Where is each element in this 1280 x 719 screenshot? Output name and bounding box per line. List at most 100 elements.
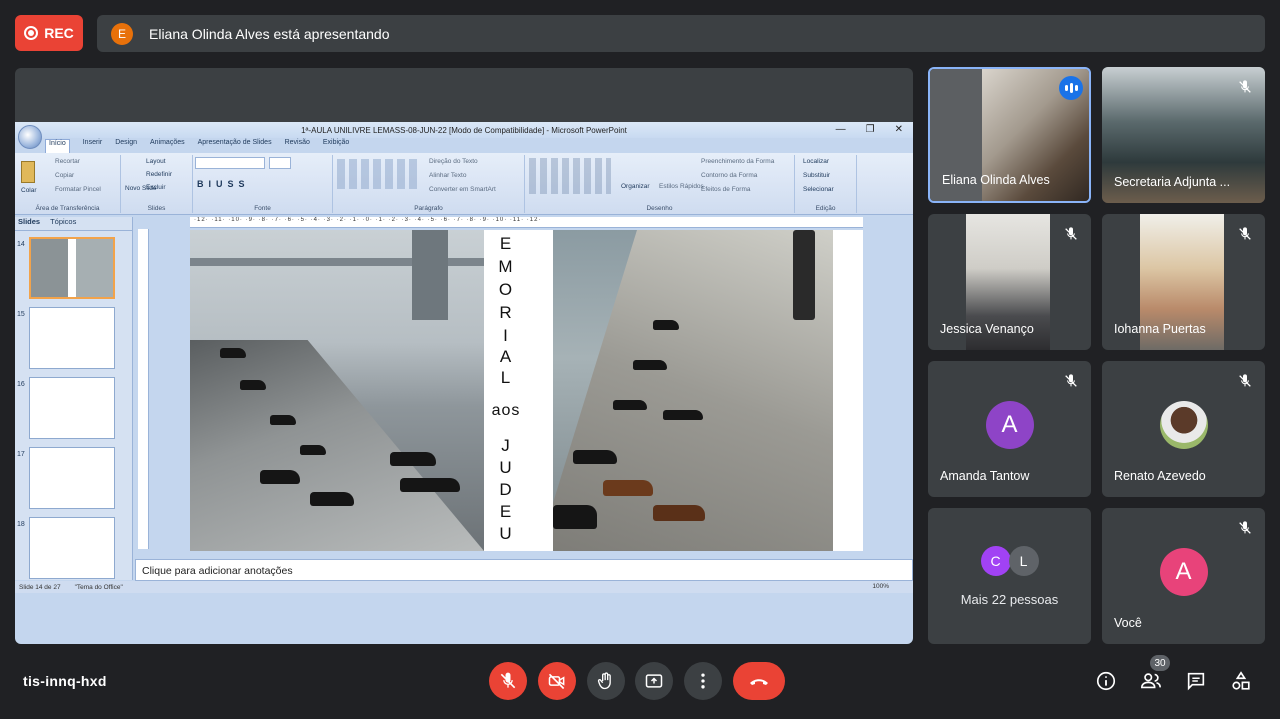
shoe-shape xyxy=(400,478,460,492)
powerpoint-window: 1ª-AULA UNILIVRE LEMASS-08-JUN-22 [Modo … xyxy=(15,122,913,644)
participant-tile-eliana[interactable]: Eliana Olinda Alves xyxy=(928,67,1091,203)
participant-count-badge: 30 xyxy=(1150,655,1170,671)
participant-name: Jessica Venanço xyxy=(940,322,1034,336)
replace-button: Substituir xyxy=(803,172,831,179)
presentation-stage: 1ª-AULA UNILIVRE LEMASS-08-JUN-22 [Modo … xyxy=(15,68,913,644)
ppt-window-controls: — ❐ ✕ xyxy=(836,124,903,135)
slide-letter: E xyxy=(499,234,513,253)
camera-toggle-button[interactable] xyxy=(538,662,576,700)
shoe-shape xyxy=(653,505,705,521)
copy-button: Copiar xyxy=(55,172,75,179)
leave-call-button[interactable] xyxy=(733,662,785,700)
shoe-shape xyxy=(573,450,617,464)
close-icon: ✕ xyxy=(894,124,903,135)
slide-letter: R xyxy=(499,303,513,322)
participant-name: Amanda Tantow xyxy=(940,469,1030,483)
shoe-shape xyxy=(240,380,266,390)
tab-design: Design xyxy=(115,139,137,146)
avatar: L xyxy=(1008,546,1039,576)
shape-outline-button: Contorno da Forma xyxy=(701,172,758,179)
slide-workspace: ·12· ·11· ·10· ·9· ·8· ·7· ·6· ·5· ·4· ·… xyxy=(135,217,913,559)
shoe-shape xyxy=(270,415,296,425)
shape-effects-button: Efeitos de Forma xyxy=(701,186,751,193)
thumb-number: 15 xyxy=(17,311,25,318)
shoe-shape xyxy=(310,492,354,506)
more-participants-tile[interactable]: C L Mais 22 pessoas xyxy=(928,508,1091,644)
slide-letter: D xyxy=(499,480,513,499)
present-screen-button[interactable] xyxy=(635,662,673,700)
activities-button[interactable] xyxy=(1228,668,1254,694)
paste-icon xyxy=(21,161,35,183)
shape-fill-button: Preenchimento da Forma xyxy=(701,158,775,165)
restore-icon: ❐ xyxy=(865,124,875,135)
participant-tile-self[interactable]: A Você xyxy=(1102,508,1265,644)
paragraph-icons xyxy=(337,159,419,189)
quay-shape xyxy=(190,340,484,551)
participant-tile-renato[interactable]: Renato Azevedo xyxy=(1102,361,1265,497)
chat-button[interactable] xyxy=(1183,668,1209,694)
mic-toggle-button[interactable] xyxy=(489,662,527,700)
font-format-icons: BIUSS xyxy=(197,179,250,189)
meeting-details-button[interactable] xyxy=(1093,668,1119,694)
tab-animacoes: Animações xyxy=(149,139,185,146)
rec-label: REC xyxy=(44,25,74,41)
font-size-box xyxy=(269,157,291,169)
ribbon-group-clipboard: Colar Recortar Copiar Formatar Pincel Ár… xyxy=(15,155,121,213)
ppt-status-bar: Slide 14 de 27 "Tema do Office" 100% xyxy=(15,581,913,593)
shoe-shape xyxy=(633,360,667,370)
speaking-indicator-icon xyxy=(1059,76,1083,100)
format-painter-button: Formatar Pincel xyxy=(55,186,101,193)
ppt-ribbon: Colar Recortar Copiar Formatar Pincel Ár… xyxy=(15,153,913,215)
presenter-text: Eliana Olinda Alves está apresentando xyxy=(149,25,390,42)
slide-thumbnail xyxy=(29,447,115,509)
shoe-shape xyxy=(300,445,326,455)
camera-off-icon xyxy=(548,673,565,690)
ribbon-group-paragraph: Direção do Texto Alinhar Texto Converter… xyxy=(333,155,525,213)
slide-photo-right xyxy=(553,230,833,551)
avatar: A xyxy=(985,401,1034,449)
participant-name: Iohanna Puertas xyxy=(1114,322,1206,336)
participant-tile-jessica[interactable]: Jessica Venanço xyxy=(928,214,1091,350)
mic-off-icon xyxy=(1239,80,1251,93)
paste-button: Colar xyxy=(21,187,37,194)
slide-photo-left xyxy=(190,230,484,551)
align-text-button: Alinhar Texto xyxy=(429,172,467,179)
people-button[interactable] xyxy=(1138,668,1164,694)
pane-tab-topicos: Tópicos xyxy=(50,217,77,226)
shoe-shape xyxy=(553,505,597,529)
current-slide: E M O R I A L aos J U D E U xyxy=(190,230,863,551)
participant-tile-amanda[interactable]: A Amanda Tantow xyxy=(928,361,1091,497)
arrange-button: Organizar xyxy=(621,183,650,190)
slide-letter: O xyxy=(498,280,514,299)
participant-name: Você xyxy=(1114,616,1142,630)
participant-name: Renato Azevedo xyxy=(1114,469,1206,483)
thumb-number: 16 xyxy=(17,381,25,388)
more-vert-icon xyxy=(701,673,705,689)
record-icon xyxy=(24,26,39,40)
clipboard-group-label: Área de Transferência xyxy=(35,205,100,212)
reset-button: Redefinir xyxy=(146,171,173,178)
slide-letter: L xyxy=(500,368,512,387)
participant-tile-iohanna[interactable]: Iohanna Puertas xyxy=(1102,214,1265,350)
raise-hand-button[interactable] xyxy=(587,662,625,700)
more-participants-label: Mais 22 pessoas xyxy=(960,592,1059,607)
slide-letter: U xyxy=(499,458,513,477)
more-options-button[interactable] xyxy=(684,662,722,700)
find-button: Localizar xyxy=(803,158,830,165)
tab-revisao: Revisão xyxy=(284,139,310,146)
thumb-number: 14 xyxy=(17,241,25,248)
mic-off-icon xyxy=(500,672,516,689)
slide-counter: Slide 14 de 27 xyxy=(19,583,61,591)
participant-tile-secretaria[interactable]: Secretaria Adjunta ... xyxy=(1102,67,1265,203)
tab-inserir: Inserir xyxy=(82,139,103,146)
ribbon-group-editing: Localizar Substituir Selecionar Edição xyxy=(795,155,857,213)
office-button-icon xyxy=(18,125,42,149)
editing-group-label: Edição xyxy=(815,205,836,212)
chat-icon xyxy=(1187,672,1205,691)
quick-styles-button: Estilos Rápidos xyxy=(659,183,704,190)
slide-letter: aos xyxy=(491,402,521,419)
vertical-ruler xyxy=(138,229,149,549)
slide-thumbnail xyxy=(29,377,115,439)
recording-indicator[interactable]: REC xyxy=(15,15,83,51)
select-button: Selecionar xyxy=(803,186,834,193)
